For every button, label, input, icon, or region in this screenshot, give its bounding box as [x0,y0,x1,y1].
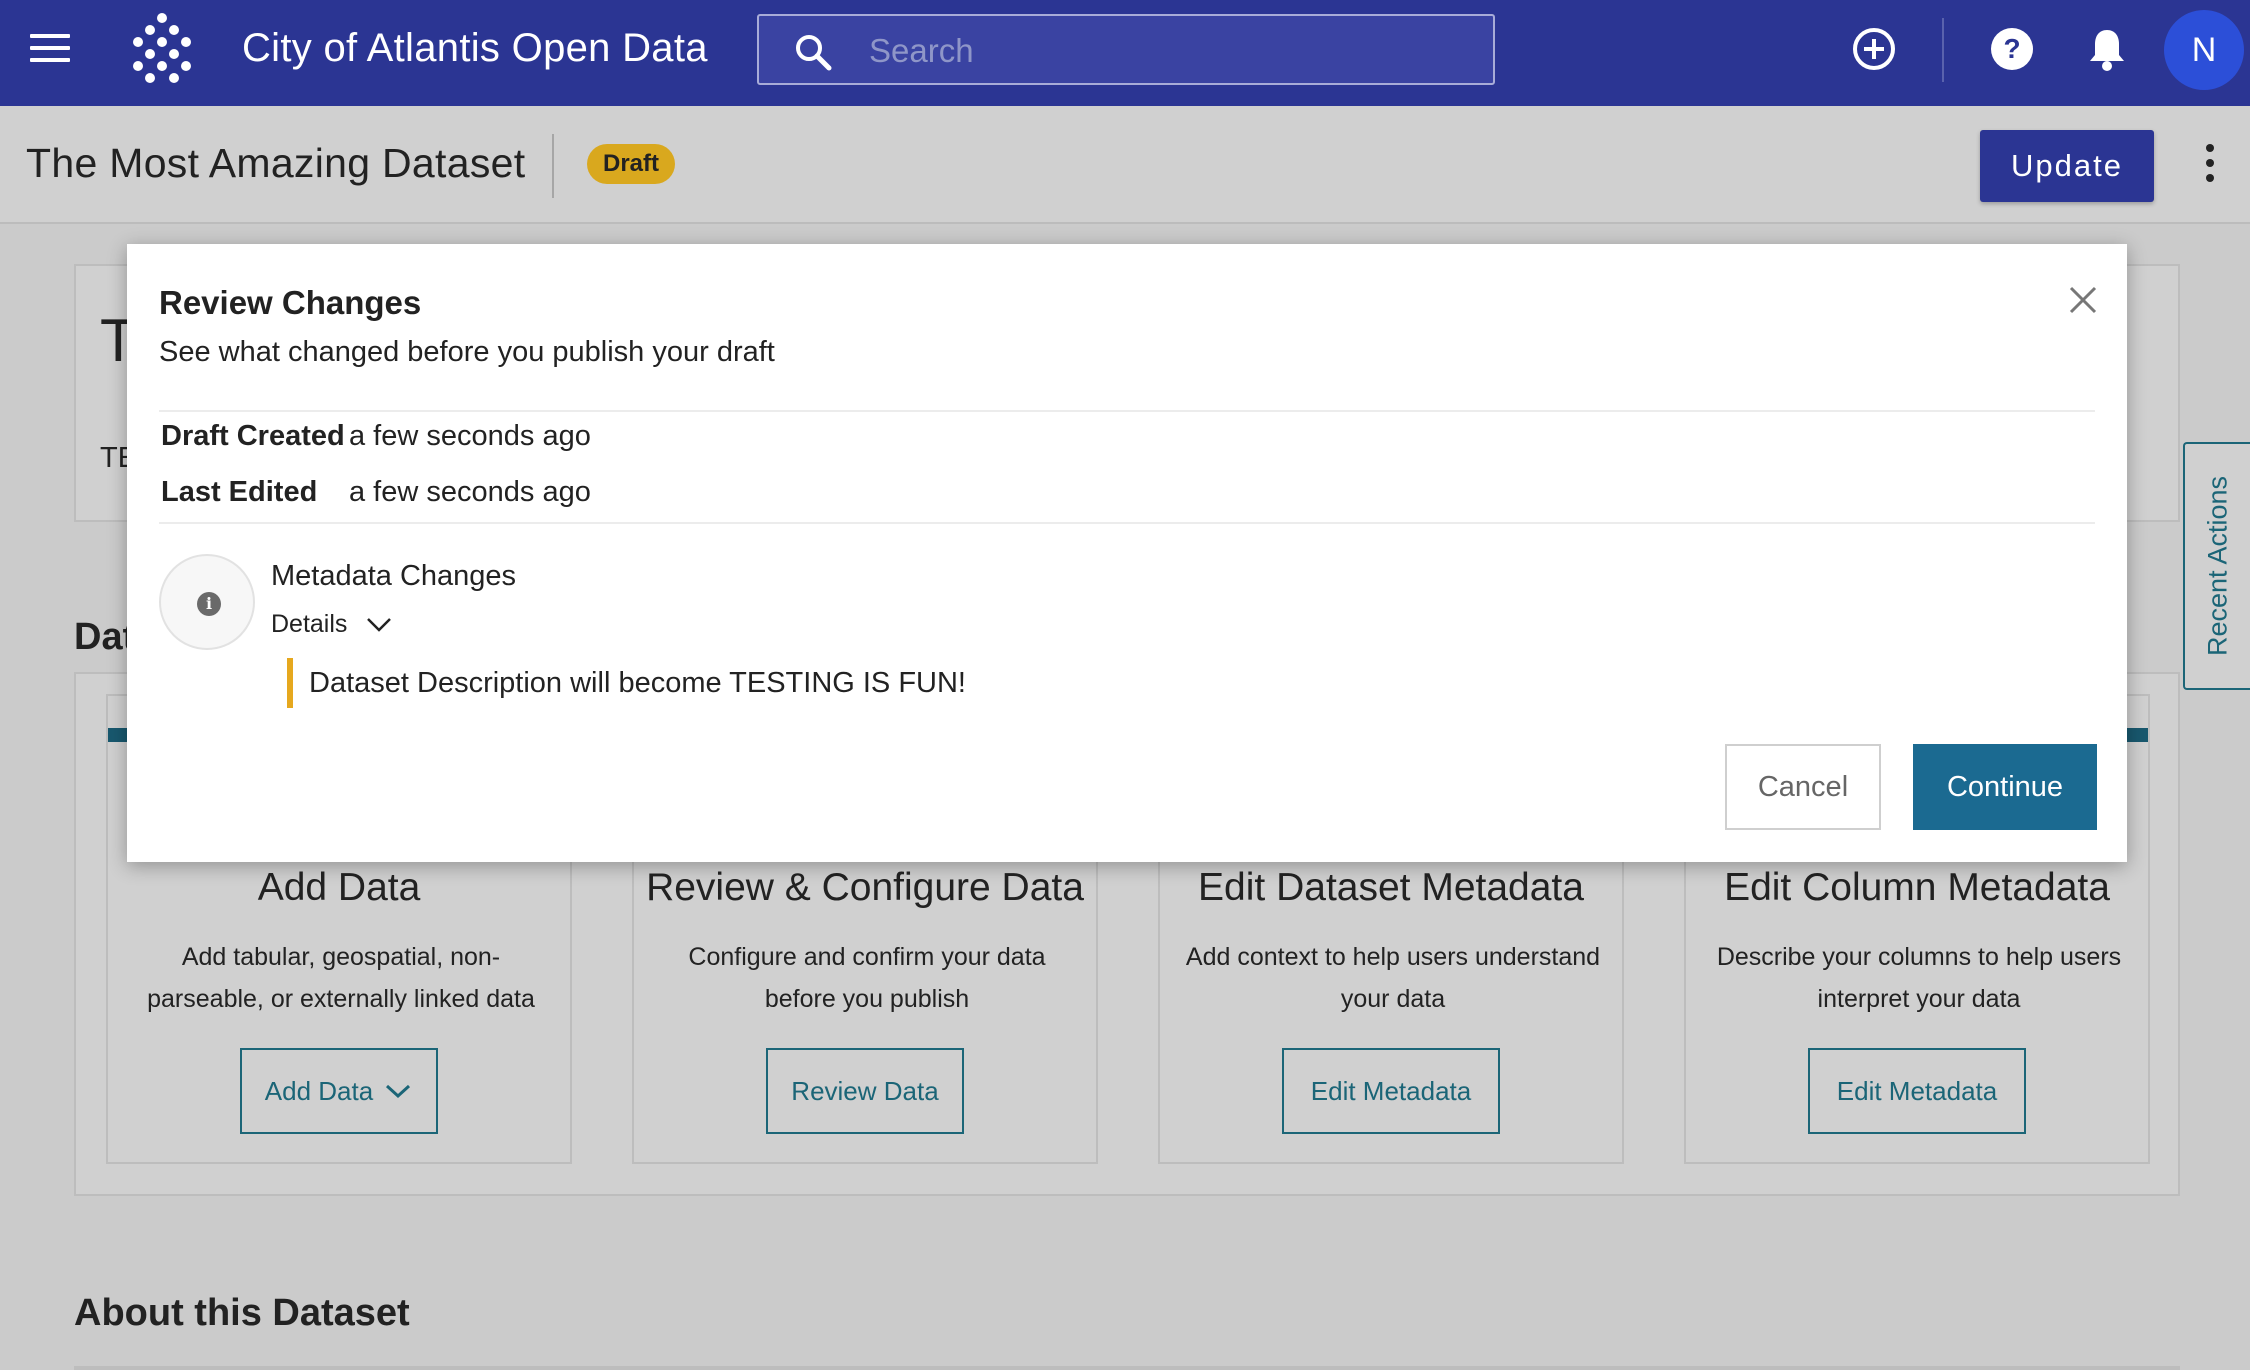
change-group-title: Metadata Changes [271,560,517,592]
user-avatar[interactable]: N [2164,10,2244,90]
status-badge: Draft [587,144,676,184]
details-label: Details [271,610,348,638]
info-icon: i [159,554,255,650]
search-bar[interactable] [757,14,1495,85]
add-circle-icon[interactable] [1849,24,1899,74]
continue-button[interactable]: Continue [1913,744,2097,830]
more-options-icon[interactable] [2200,144,2220,188]
divider [159,410,2095,412]
dialog-subtitle: See what changed before you publish your… [159,336,775,368]
svg-text:?: ? [2003,33,2020,64]
review-changes-dialog: Review Changes See what changed before y… [127,244,2127,862]
search-input[interactable] [869,26,1469,76]
divider [159,522,2095,524]
draft-created-value: a few seconds ago [349,420,591,452]
update-button[interactable]: Update [1980,130,2154,202]
dataset-title: The Most Amazing Dataset [26,140,526,186]
app-title[interactable]: City of Atlantis Open Data [242,26,708,71]
search-icon [796,35,832,71]
dialog-title: Review Changes [159,284,422,321]
bell-icon[interactable] [2082,24,2132,74]
chevron-down-icon [367,618,392,633]
details-toggle[interactable]: Details [271,610,394,639]
last-edited-row: Last Edited a few seconds ago [161,476,591,509]
help-icon[interactable]: ? [1987,24,2037,74]
close-icon[interactable] [2063,280,2103,320]
last-edited-value: a few seconds ago [349,476,591,508]
draft-created-row: Draft Created a few seconds ago [161,420,591,453]
header-divider [552,134,554,198]
draft-created-label: Draft Created [161,420,345,452]
menu-icon[interactable] [30,34,70,66]
nav-divider [1942,18,1944,82]
dataset-header: The Most Amazing Dataset Draft Update [0,106,2250,224]
change-item: Dataset Description will become TESTING … [287,658,966,708]
top-navigation-bar: City of Atlantis Open Data ? N [0,0,2250,106]
logo-icon[interactable] [124,12,200,88]
cancel-button[interactable]: Cancel [1725,744,1881,830]
last-edited-label: Last Edited [161,476,318,508]
